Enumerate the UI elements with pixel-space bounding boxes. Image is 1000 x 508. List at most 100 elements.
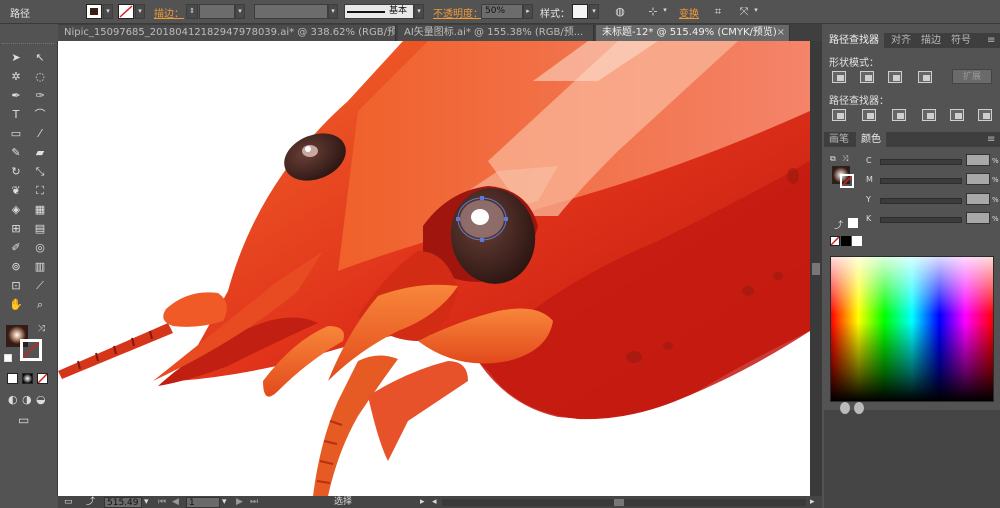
color-panel-menu-icon[interactable]: ≡	[982, 132, 1000, 147]
last-artboard-icon[interactable]: ⏭	[250, 496, 258, 508]
eraser-tool-icon[interactable]: ▰	[30, 144, 50, 162]
document-tab-1[interactable]: Nipic_15097685_20180412182947978039.ai* …	[58, 25, 396, 41]
magic-wand-tool-icon[interactable]: ✲	[6, 68, 26, 86]
blend-tool-icon[interactable]: ◎	[30, 239, 50, 257]
swap-fill-stroke-icon[interactable]: ⤨	[38, 324, 45, 334]
close-tab-icon[interactable]: ×	[777, 25, 785, 40]
yellow-input[interactable]	[966, 193, 990, 205]
recolor-artwork-icon[interactable]: ◍	[612, 4, 628, 19]
brush-definition-dropdown[interactable]: ▾	[414, 4, 424, 19]
document-tab-active[interactable]: 未标题-12* @ 515.49% (CMYK/预览) ×	[596, 25, 790, 41]
type-tool-icon[interactable]: T	[6, 106, 26, 124]
hscroll-right-arrow[interactable]: ▸	[810, 496, 815, 508]
arc-tool-icon[interactable]: ⌒	[30, 106, 50, 124]
gradient-tool-icon[interactable]: ▤	[30, 220, 50, 238]
tab-color[interactable]: 颜色	[856, 132, 886, 147]
rectangle-tool-icon[interactable]: ▭	[6, 125, 26, 143]
merge-icon[interactable]	[892, 109, 906, 121]
draw-inside-icon[interactable]: ◒	[36, 393, 46, 406]
first-artboard-icon[interactable]: ⏮	[158, 496, 166, 508]
panel-menu-icon[interactable]: ≡	[982, 33, 1000, 48]
stroke-dropdown-arrow[interactable]: ▾	[135, 4, 145, 19]
stroke-weight-label[interactable]: 描边：	[154, 5, 184, 20]
none-color-swatch[interactable]	[830, 236, 840, 246]
unite-icon[interactable]	[832, 71, 846, 83]
tab-stroke[interactable]: 描边	[916, 33, 946, 48]
tab-pathfinder[interactable]: 路径查找器	[824, 33, 884, 48]
black-swatch[interactable]	[841, 236, 851, 246]
symbol-sprayer-tool-icon[interactable]: ⊚	[6, 258, 26, 276]
tab-symbols[interactable]: 符号	[946, 33, 976, 48]
free-transform-tool-icon[interactable]: ⛶	[30, 182, 50, 200]
screen-mode-icon[interactable]: ▭	[18, 413, 29, 427]
scale-tool-icon[interactable]: ⤡	[30, 163, 50, 181]
color-mode-icon[interactable]	[7, 373, 18, 384]
pen-tool-icon[interactable]: ✒	[6, 87, 26, 105]
black-input[interactable]	[966, 212, 990, 224]
transform-options-icon[interactable]: ⤧	[736, 4, 752, 19]
color-swap-icon[interactable]: ⤨	[842, 154, 848, 164]
minus-front-icon[interactable]	[860, 71, 874, 83]
tab-brushes[interactable]: 画笔	[824, 132, 854, 147]
yellow-slider[interactable]	[880, 198, 962, 204]
zoom-dropdown-arrow[interactable]: ▾	[144, 496, 149, 508]
crop-icon[interactable]	[922, 109, 936, 121]
next-artboard-icon[interactable]: ▶	[236, 496, 243, 508]
align-dropdown[interactable]: ▾	[660, 4, 670, 19]
hand-tool-icon[interactable]: ✋	[6, 296, 26, 314]
rotate-tool-icon[interactable]: ↻	[6, 163, 26, 181]
lasso-tool-icon[interactable]: ◌	[30, 68, 50, 86]
divide-icon[interactable]	[832, 109, 846, 121]
none-mode-icon[interactable]	[37, 373, 48, 384]
magenta-input[interactable]	[966, 173, 990, 185]
transform-options-dropdown[interactable]: ▾	[751, 4, 761, 19]
tab-align[interactable]: 对齐	[886, 33, 916, 48]
perspective-grid-tool-icon[interactable]: ▦	[30, 201, 50, 219]
mesh-tool-icon[interactable]: ⊞	[6, 220, 26, 238]
hscroll-left-arrow[interactable]: ◂	[432, 496, 437, 508]
stroke-weight-dropdown[interactable]: ▾	[235, 4, 245, 19]
white-swatch[interactable]	[852, 236, 862, 246]
pencil-tool-icon[interactable]: ✎	[6, 144, 26, 162]
trim-icon[interactable]	[862, 109, 876, 121]
zoom-level-input[interactable]: 515.49	[104, 497, 142, 508]
brush-definition[interactable]: 基本	[344, 4, 414, 19]
status-menu-arrow[interactable]: ▸	[420, 496, 425, 508]
document-tab-2[interactable]: AI矢量图标.ai* @ 155.38% (RGB/预...	[398, 25, 594, 41]
previous-artboard-icon[interactable]: ◀	[172, 496, 179, 508]
graphic-style-swatch[interactable]	[572, 4, 588, 19]
out-of-gamut-icon[interactable]: ⤴	[834, 218, 843, 231]
graphic-style-dropdown[interactable]: ▾	[589, 4, 599, 19]
paintbrush-tool-icon[interactable]: ⁄	[30, 125, 50, 143]
stroke-swatch-large[interactable]	[20, 339, 42, 361]
default-fill-stroke-icon[interactable]	[4, 354, 12, 362]
isolate-icon[interactable]: ⌗	[710, 4, 726, 19]
cyan-input[interactable]	[966, 154, 990, 166]
artboard-number-input[interactable]: 1	[186, 497, 220, 508]
artboard-canvas[interactable]	[58, 41, 810, 496]
eyedropper-tool-icon[interactable]: ✐	[6, 239, 26, 257]
artboard-dropdown-arrow[interactable]: ▾	[222, 496, 227, 508]
new-document-icon[interactable]: ⤴	[86, 496, 95, 508]
minus-back-icon[interactable]	[978, 109, 992, 121]
variable-width-profile[interactable]	[254, 4, 328, 19]
column-graph-tool-icon[interactable]: ▥	[30, 258, 50, 276]
stroke-weight-stepper[interactable]: ⇕	[186, 4, 198, 19]
align-icon[interactable]: ⊹	[645, 4, 661, 19]
shape-builder-tool-icon[interactable]: ◈	[6, 201, 26, 219]
intersect-icon[interactable]	[888, 71, 902, 83]
artboard-tool-icon[interactable]: ⊡	[6, 277, 26, 295]
vertical-scrollbar[interactable]	[810, 41, 822, 496]
fill-dropdown-arrow[interactable]: ▾	[103, 4, 113, 19]
direct-selection-tool-icon[interactable]: ↖	[30, 49, 50, 67]
variable-width-dropdown[interactable]: ▾	[328, 4, 338, 19]
stroke-weight-input[interactable]	[199, 4, 235, 19]
draw-behind-icon[interactable]: ◑	[22, 393, 32, 406]
color-default-icon[interactable]: ⧉	[830, 154, 836, 164]
fill-color-swatch[interactable]	[86, 4, 102, 19]
toolbar-grip[interactable]	[2, 43, 54, 47]
exclude-icon[interactable]	[918, 71, 932, 83]
opacity-dropdown[interactable]: ▸	[523, 4, 533, 19]
outline-icon[interactable]	[950, 109, 964, 121]
slice-tool-icon[interactable]: ⟋	[30, 277, 50, 295]
